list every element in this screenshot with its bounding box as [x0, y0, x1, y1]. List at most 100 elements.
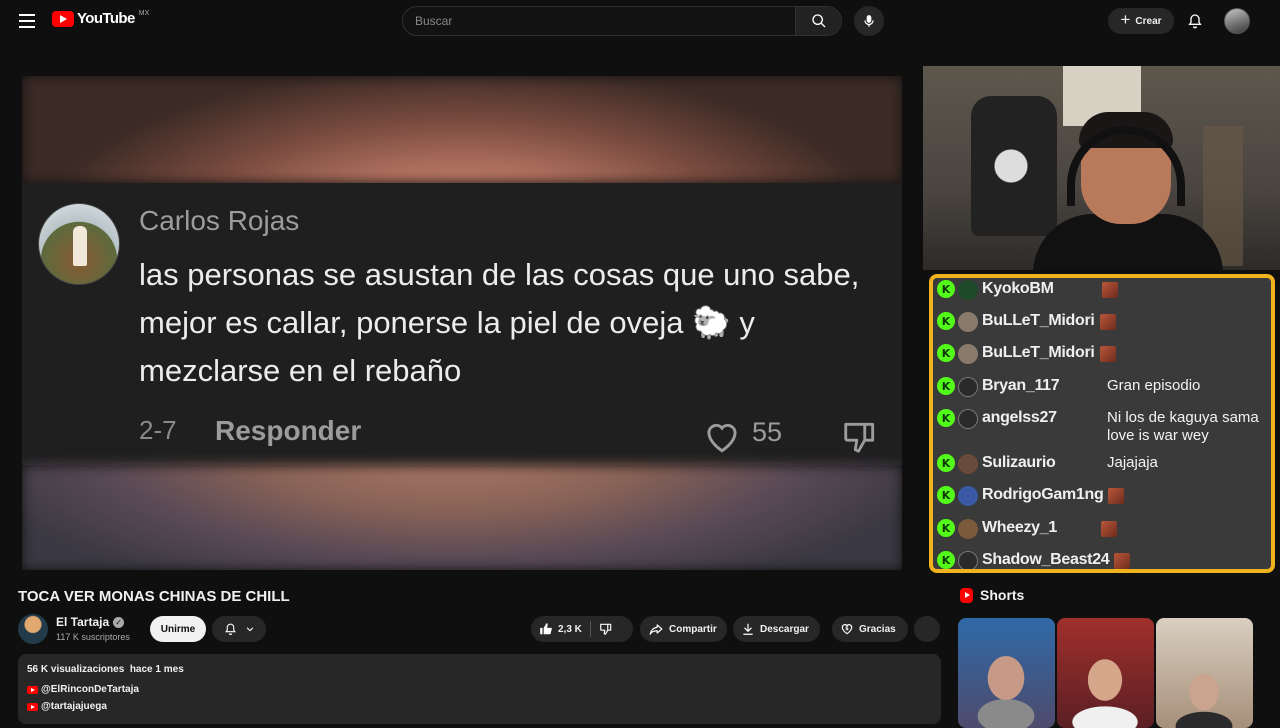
chat-message: K RodrigoGam1ng: [937, 486, 1271, 506]
share-button[interactable]: Compartir: [640, 616, 727, 642]
more-actions-button[interactable]: [914, 616, 940, 642]
short-thumbnail[interactable]: [1057, 618, 1154, 728]
menu-icon[interactable]: [16, 10, 38, 32]
chat-message: K BuLLeT_Midori: [937, 312, 1271, 332]
thumbs-up-icon: [540, 623, 552, 635]
streamer-webcam: [923, 66, 1280, 270]
chat-message: K BuLLeT_Midori: [937, 344, 1271, 364]
verified-check-icon: ✓: [113, 616, 125, 628]
shorts-title: Shorts: [980, 587, 1025, 603]
shorts-heading: Shorts: [960, 587, 1024, 603]
thumbs-down-icon: [844, 422, 875, 453]
create-button[interactable]: + Crear: [1108, 8, 1174, 34]
subscription-bell-button[interactable]: [212, 616, 266, 642]
kick-badge-icon: K: [937, 344, 955, 362]
user-avatar: [958, 344, 978, 364]
chat-message: K Sulizaurio Jajajaja: [937, 454, 1271, 474]
microphone-icon: [864, 15, 874, 27]
search-input[interactable]: [403, 7, 795, 35]
chat-text: Jajajaja: [1107, 454, 1158, 471]
kick-badge-icon: K: [937, 519, 955, 537]
share-icon: [649, 624, 663, 635]
channel-name[interactable]: El Tartaja: [56, 615, 109, 629]
emote-icon: [1108, 488, 1125, 504]
default-avatar-icon: [958, 551, 978, 569]
chat-username: Wheezy_1: [982, 519, 1057, 536]
heart-icon: [707, 423, 737, 453]
comment-date: 2-7: [139, 415, 177, 445]
description-box[interactable]: 56 K visualizaciones hace 1 mes @ElRinco…: [18, 654, 941, 724]
chat-message: K KyokoBM: [937, 280, 1271, 300]
chat-username: RodrigoGam1ng: [982, 486, 1104, 503]
country-code: MX: [138, 10, 150, 17]
download-button[interactable]: Descargar: [733, 616, 820, 642]
comment-like-count: 55: [752, 417, 783, 447]
account-avatar[interactable]: [1224, 8, 1250, 34]
channel-handle[interactable]: @tartajajuega: [41, 701, 107, 712]
kick-badge-icon: K: [937, 486, 955, 504]
voice-search-button[interactable]: [854, 6, 884, 36]
kick-badge-icon: K: [937, 312, 955, 330]
views-and-date: 56 K visualizaciones hace 1 mes: [27, 664, 184, 675]
shorts-icon: [960, 587, 973, 603]
video-player[interactable]: Carlos Rojas las personas se asustan de …: [22, 76, 902, 570]
comment-avatar: [38, 203, 120, 285]
comment-author: Carlos Rojas: [139, 205, 300, 236]
chat-message: K angelss27 Ni los de kaguya sama love i…: [937, 409, 1271, 444]
thanks-button[interactable]: $ Gracias: [832, 616, 908, 642]
default-avatar-icon: [958, 409, 978, 429]
short-thumbnail[interactable]: [958, 618, 1055, 728]
chat-username: BuLLeT_Midori: [982, 312, 1095, 329]
kick-badge-icon: K: [937, 280, 955, 298]
notifications-button[interactable]: [1184, 10, 1206, 32]
chevron-down-icon: [246, 627, 253, 632]
join-button[interactable]: Unirme: [150, 616, 206, 642]
logo-text: YouTube: [77, 10, 135, 27]
chat-message: K Shadow_Beast24: [937, 551, 1271, 569]
live-chat-overlay: K KyokoBM K BuLLeT_Midori K BuLLeT_Midor…: [929, 274, 1275, 573]
chat-username: Sulizaurio: [982, 454, 1056, 471]
youtube-play-icon: [52, 10, 74, 27]
channel-avatar[interactable]: [18, 614, 48, 644]
dislike-button[interactable]: [591, 622, 613, 636]
emote-icon: [1100, 521, 1117, 537]
create-label: Crear: [1135, 15, 1162, 27]
user-avatar: [958, 486, 978, 506]
bell-icon: [224, 623, 236, 635]
user-avatar: [958, 280, 978, 300]
video-title: TOCA VER MONAS CHINAS DE CHILL: [18, 588, 290, 605]
download-icon: [743, 623, 753, 635]
user-avatar: [958, 312, 978, 332]
description-link[interactable]: @ElRinconDeTartaja: [27, 684, 139, 695]
blurred-background-bottom: [22, 465, 902, 570]
search-bar: [402, 6, 842, 36]
search-icon: [811, 14, 825, 28]
chat-username: Shadow_Beast24: [982, 551, 1110, 568]
chat-username: angelss27: [982, 409, 1057, 426]
webcam-hoodie: [971, 96, 1057, 236]
youtube-icon: [27, 685, 38, 694]
channel-handle[interactable]: @ElRinconDeTartaja: [41, 684, 139, 695]
comment-reply-label: Responder: [215, 415, 362, 446]
search-button[interactable]: [795, 7, 841, 35]
kick-badge-icon: K: [937, 377, 955, 395]
emote-icon: [1099, 346, 1116, 362]
chat-text: Ni los de kaguya sama love is war wey: [1107, 409, 1259, 444]
chat-text: Gran episodio: [1107, 377, 1201, 394]
super-thanks-icon: $: [841, 624, 853, 635]
user-avatar: [958, 519, 978, 539]
like-button[interactable]: 2,3 K: [531, 621, 591, 637]
channel-name-row[interactable]: El Tartaja ✓: [56, 615, 125, 629]
description-link[interactable]: @tartajajuega: [27, 701, 107, 712]
chat-username: KyokoBM: [982, 280, 1054, 297]
short-thumbnail[interactable]: [1156, 618, 1253, 728]
emote-icon: [1099, 314, 1116, 330]
chat-message: K Wheezy_1: [937, 519, 1271, 539]
thumbs-down-icon: [600, 623, 612, 635]
emote-icon: [1101, 282, 1118, 298]
kick-badge-icon: K: [937, 409, 955, 427]
youtube-logo[interactable]: YouTube MX: [52, 10, 149, 27]
kick-badge-icon: K: [937, 454, 955, 472]
svg-text:$: $: [845, 626, 849, 632]
comment-text: las personas se asustan de las cosas que…: [139, 257, 860, 388]
